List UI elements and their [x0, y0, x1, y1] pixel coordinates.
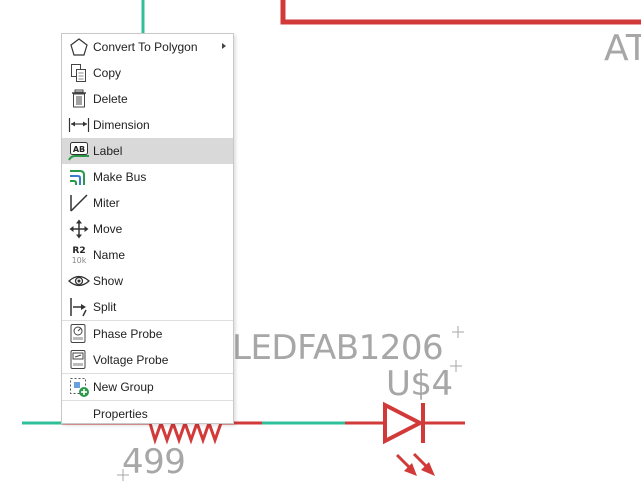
menu-item-label: Move	[93, 222, 123, 236]
led-triangle	[383, 401, 425, 445]
eye-icon	[67, 270, 91, 292]
label-icon: AB	[67, 140, 91, 162]
part-name-text[interactable]: U$4	[386, 364, 453, 404]
submenu-arrow-icon	[222, 43, 226, 49]
svg-text:R2: R2	[72, 246, 85, 256]
menu-item-delete[interactable]: Delete	[62, 86, 233, 112]
menu-item-voltage-probe[interactable]: Voltage Probe	[62, 347, 233, 373]
frame-border	[280, 0, 641, 25]
miter-icon	[67, 192, 91, 214]
split-icon	[67, 296, 91, 318]
menu-item-name[interactable]: R2 10k Name	[62, 242, 233, 268]
name-icon: R2 10k	[67, 244, 91, 266]
polygon-icon	[67, 36, 91, 58]
menu-item-convert-to-polygon[interactable]: Convert To Polygon	[62, 34, 233, 60]
menu-item-copy[interactable]: Copy	[62, 60, 233, 86]
part-value-text[interactable]: LEDFAB1206	[232, 328, 444, 368]
menu-item-new-group[interactable]: New Group	[62, 374, 233, 400]
menu-item-label: Voltage Probe	[93, 353, 169, 367]
menu-item-label: Show	[93, 274, 124, 288]
make-bus-icon	[67, 166, 91, 188]
menu-item-move[interactable]: Move	[62, 216, 233, 242]
menu-item-label: Split	[93, 300, 117, 314]
menu-item-split[interactable]: Split	[62, 294, 233, 320]
frame-title-text: AT	[604, 28, 641, 69]
menu-item-dimension[interactable]: Dimension	[62, 112, 233, 138]
menu-item-label: Label	[93, 144, 123, 158]
menu-item-show[interactable]: Show	[62, 268, 233, 294]
menu-item-label: Convert To Polygon	[93, 40, 198, 54]
new-group-icon	[67, 376, 91, 398]
menu-item-label: Phase Probe	[93, 327, 163, 341]
menu-item-label: Delete	[93, 92, 128, 106]
menu-item-label: New Group	[93, 380, 154, 394]
copy-icon	[67, 62, 91, 84]
menu-item-label: Properties	[93, 407, 148, 421]
svg-text:AB: AB	[73, 145, 85, 154]
resistor-value-text[interactable]: 499	[122, 442, 186, 482]
menu-item-label-action[interactable]: AB Label	[62, 138, 233, 164]
trash-icon	[67, 88, 91, 110]
menu-item-label: Make Bus	[93, 170, 147, 184]
svg-text:10k: 10k	[72, 256, 87, 265]
move-icon	[67, 218, 91, 240]
menu-item-label: Dimension	[93, 118, 150, 132]
menu-item-make-bus[interactable]: Make Bus	[62, 164, 233, 190]
menu-item-label: Miter	[93, 196, 120, 210]
menu-item-phase-probe[interactable]: Phase Probe	[62, 321, 233, 347]
context-menu: Convert To Polygon Copy Delete Dimension…	[61, 33, 234, 424]
menu-item-properties[interactable]: Properties	[62, 401, 233, 427]
phase-probe-icon	[67, 323, 91, 345]
menu-item-miter[interactable]: Miter	[62, 190, 233, 216]
menu-item-label: Name	[93, 248, 126, 262]
dimension-icon	[67, 114, 91, 136]
menu-item-label: Copy	[93, 66, 122, 80]
voltage-probe-icon	[67, 349, 91, 371]
